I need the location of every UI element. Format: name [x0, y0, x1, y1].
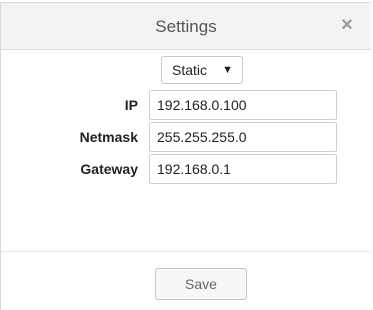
- gateway-label: Gateway: [80, 161, 138, 177]
- mode-select-value: Static: [172, 62, 208, 78]
- netmask-field[interactable]: 255.255.255.0: [149, 122, 337, 152]
- mode-select[interactable]: Static ▼: [161, 56, 243, 84]
- close-icon[interactable]: ×: [337, 13, 357, 37]
- settings-dialog: Settings × Static ▼ IP 192.168.0.100 Net…: [0, 2, 371, 310]
- gateway-field[interactable]: 192.168.0.1: [149, 154, 337, 184]
- dialog-titlebar: Settings ×: [1, 3, 371, 50]
- chevron-down-icon: ▼: [222, 64, 233, 76]
- dialog-title: Settings: [155, 17, 217, 36]
- footer-divider: [1, 251, 371, 252]
- ip-label: IP: [124, 97, 138, 113]
- save-button[interactable]: Save: [155, 268, 247, 300]
- ip-field[interactable]: 192.168.0.100: [149, 90, 337, 120]
- netmask-label: Netmask: [79, 129, 138, 145]
